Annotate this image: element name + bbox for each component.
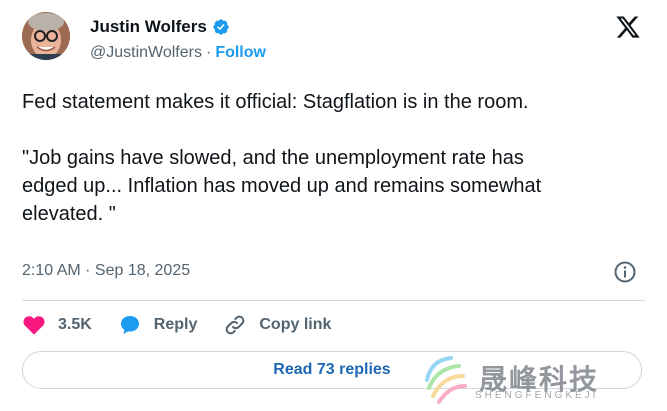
follow-button[interactable]: Follow	[215, 44, 266, 62]
tweet-card: Justin Wolfers @JustinWolfers · Follow F…	[0, 0, 667, 407]
avatar-portrait	[22, 12, 70, 60]
tweet-quote: "Job gains have slowed, and the unemploy…	[22, 147, 542, 225]
copy-link-label: Copy link	[259, 316, 332, 333]
divider	[22, 300, 645, 301]
author-name[interactable]: Justin Wolfers	[90, 17, 207, 37]
verified-badge-icon	[213, 19, 229, 35]
tweet-timestamp[interactable]: 2:10 AM · Sep 18, 2025	[22, 262, 190, 280]
link-icon	[226, 315, 245, 335]
handle-separator: ·	[205, 44, 212, 61]
watermark-subtitle: SHENGFENGKEJI	[475, 390, 599, 401]
reply-label: Reply	[153, 316, 198, 333]
author-handle[interactable]: @JustinWolfers	[90, 44, 202, 62]
action-bar: 3.5K Reply Copy link	[22, 310, 357, 340]
author-handle-row: @JustinWolfers · Follow	[90, 44, 266, 62]
avatar[interactable]	[22, 12, 70, 60]
likes-count: 3.5K	[58, 316, 92, 333]
heart-icon	[23, 316, 45, 335]
tweet-text-line1: Fed statement makes it official: Stagfla…	[22, 91, 529, 113]
x-logo-icon[interactable]	[615, 14, 641, 40]
read-replies-button[interactable]: Read 73 replies	[22, 351, 642, 389]
like-button[interactable]: 3.5K	[22, 313, 92, 337]
reply-bubble-icon	[120, 316, 139, 334]
copy-link-button[interactable]: Copy link	[223, 313, 331, 337]
author-name-row: Justin Wolfers	[90, 17, 230, 37]
info-icon[interactable]	[613, 260, 637, 284]
reply-button[interactable]: Reply	[118, 313, 198, 337]
